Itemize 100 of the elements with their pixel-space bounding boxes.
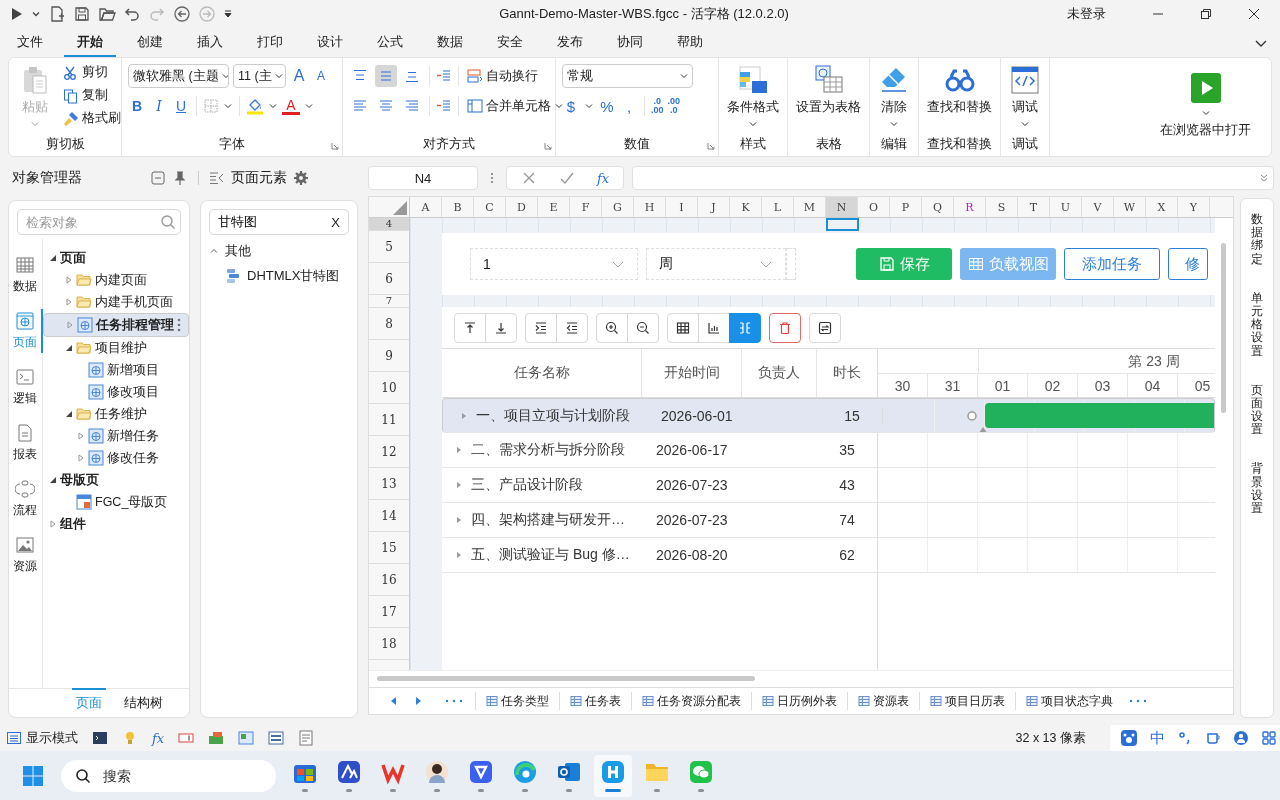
expand-icon[interactable] — [456, 516, 462, 524]
expand-icon[interactable] — [461, 411, 467, 420]
login-status[interactable]: 未登录 — [1067, 5, 1106, 23]
column-header[interactable]: N — [826, 197, 858, 217]
expanded-arrow-icon[interactable] — [49, 476, 57, 484]
menu-tab[interactable]: 插入 — [184, 28, 236, 57]
dropdown-select[interactable]: 周 — [646, 248, 786, 280]
menu-tab[interactable]: 文件 — [4, 28, 56, 57]
side-tab[interactable]: 背景设置 — [1251, 462, 1263, 516]
restore-icon[interactable] — [1200, 8, 1212, 20]
font-name-select[interactable]: 微软雅黑 (主题 — [128, 64, 229, 88]
function-button[interactable]: fx — [152, 730, 165, 746]
row-header[interactable]: 17 — [369, 596, 409, 628]
tree-item[interactable]: 母版页 — [43, 469, 189, 491]
debug-command-button[interactable]: 调试 — [1005, 62, 1045, 131]
column-header[interactable]: P — [890, 197, 922, 217]
collapse-panel-icon[interactable] — [209, 170, 225, 186]
column-header[interactable]: L — [762, 197, 794, 217]
side-tab[interactable]: 页面设置 — [1251, 383, 1263, 437]
check-icon[interactable] — [559, 170, 575, 186]
decrease-indent-icon[interactable] — [436, 98, 452, 114]
image-table-icon[interactable] — [238, 730, 255, 746]
person-icon[interactable] — [1233, 730, 1249, 746]
caret-icon[interactable] — [31, 9, 41, 19]
row-header[interactable]: 11 — [369, 404, 409, 436]
column-header[interactable]: A — [410, 197, 442, 217]
previous-sheet-icon[interactable] — [389, 696, 399, 706]
number-format-select[interactable]: 常规 — [562, 64, 693, 88]
row-header[interactable]: 18 — [369, 628, 409, 660]
menu-tab[interactable]: 打印 — [244, 28, 296, 57]
border-icon[interactable] — [203, 98, 219, 114]
search-field[interactable]: 检索对象 — [17, 209, 181, 235]
sheet-tab[interactable]: 任务资源分配表 — [631, 692, 751, 710]
collapse-all-icon[interactable] — [150, 170, 166, 186]
row-header[interactable]: 4 — [369, 218, 409, 231]
panel-tab[interactable]: 页面 — [71, 688, 106, 717]
grid-menu-icon[interactable] — [1261, 730, 1277, 746]
app-icon[interactable] — [600, 759, 626, 785]
column-header[interactable]: J — [698, 197, 730, 217]
sheet-tab[interactable]: 资源表 — [847, 692, 919, 710]
expand-icon[interactable] — [456, 551, 462, 559]
clear-command-button[interactable]: 清除 — [874, 62, 914, 131]
more-sheets-icon[interactable] — [1129, 699, 1147, 703]
font-color-button[interactable]: A — [282, 97, 300, 115]
column-header[interactable]: K — [730, 197, 762, 217]
row-header[interactable]: 5 — [369, 231, 409, 263]
redo-icon[interactable] — [148, 5, 166, 23]
customize-caret-icon[interactable] — [223, 9, 233, 19]
dialog-launcher-icon[interactable] — [707, 142, 715, 150]
paw-icon[interactable] — [1120, 729, 1138, 747]
element-item[interactable]: DHTMLX甘特图 — [209, 263, 349, 289]
expand-icon[interactable] — [456, 481, 462, 489]
search-field[interactable]: 甘特图 X — [209, 209, 349, 235]
side-nav-item[interactable]: 报表 — [9, 421, 43, 465]
link-handle-icon[interactable] — [966, 410, 978, 422]
task-row[interactable]: 一、项目立项与计划阶段 2026-06-01 15 — [442, 398, 1215, 433]
bold-button[interactable]: B — [128, 98, 146, 114]
collapsed-arrow-icon[interactable] — [49, 520, 57, 528]
dialog-launcher-icon[interactable] — [544, 142, 552, 150]
comma-button[interactable]: , — [620, 97, 638, 115]
side-nav-item[interactable]: 逻辑 — [9, 365, 43, 409]
group-header[interactable]: 其他 — [209, 239, 349, 263]
display-mode-icon[interactable] — [6, 730, 22, 746]
chat-icon[interactable] — [688, 759, 714, 785]
find-command-button[interactable]: 查找和替换 — [923, 62, 996, 118]
menu-tab[interactable]: 安全 — [484, 28, 536, 57]
expanded-arrow-icon[interactable] — [49, 254, 57, 262]
collapsed-arrow-icon[interactable] — [65, 298, 73, 306]
row-header[interactable]: 16 — [369, 564, 409, 596]
column-header[interactable]: D — [506, 197, 538, 217]
column-header[interactable]: Y — [1178, 197, 1210, 217]
row-header[interactable]: 14 — [369, 500, 409, 532]
row-header[interactable]: 10 — [369, 372, 409, 404]
column-header[interactable]: O — [858, 197, 890, 217]
sheet-tab[interactable]: 项目状态字典 — [1015, 692, 1123, 710]
percent-button[interactable]: % — [598, 97, 616, 115]
search-input[interactable]: 检索对象 — [24, 213, 160, 231]
collapsed-arrow-icon[interactable] — [66, 321, 74, 329]
column-header[interactable]: R — [954, 197, 986, 217]
app-icon[interactable] — [336, 759, 362, 785]
ribbon-command-button[interactable]: 复制 — [61, 85, 123, 106]
column-header[interactable]: G — [602, 197, 634, 217]
close-icon[interactable] — [1248, 8, 1260, 20]
settings-icon[interactable] — [293, 170, 309, 186]
app-icon[interactable] — [468, 759, 494, 785]
menu-tab[interactable]: 帮助 — [664, 28, 716, 57]
next-sheet-icon[interactable] — [413, 696, 423, 706]
avatar-icon[interactable] — [424, 759, 450, 785]
sheet-tab[interactable]: 日历例外表 — [751, 692, 847, 710]
table-command-button[interactable]: 设置为表格 — [792, 62, 865, 118]
column-header[interactable]: B — [442, 197, 474, 217]
increase-indent-icon[interactable] — [436, 68, 452, 84]
open-in-browser-button[interactable]: 在浏览器中打开 — [1156, 70, 1265, 141]
menu-tab[interactable]: 发布 — [544, 28, 596, 57]
caret-icon[interactable] — [584, 101, 594, 111]
more-icon[interactable] — [177, 318, 181, 332]
tree-item[interactable]: 项目维护 — [43, 337, 189, 359]
column-header[interactable]: V — [1082, 197, 1114, 217]
row-header[interactable]: 15 — [369, 532, 409, 564]
tree-item[interactable]: 修改任务 — [43, 447, 189, 469]
